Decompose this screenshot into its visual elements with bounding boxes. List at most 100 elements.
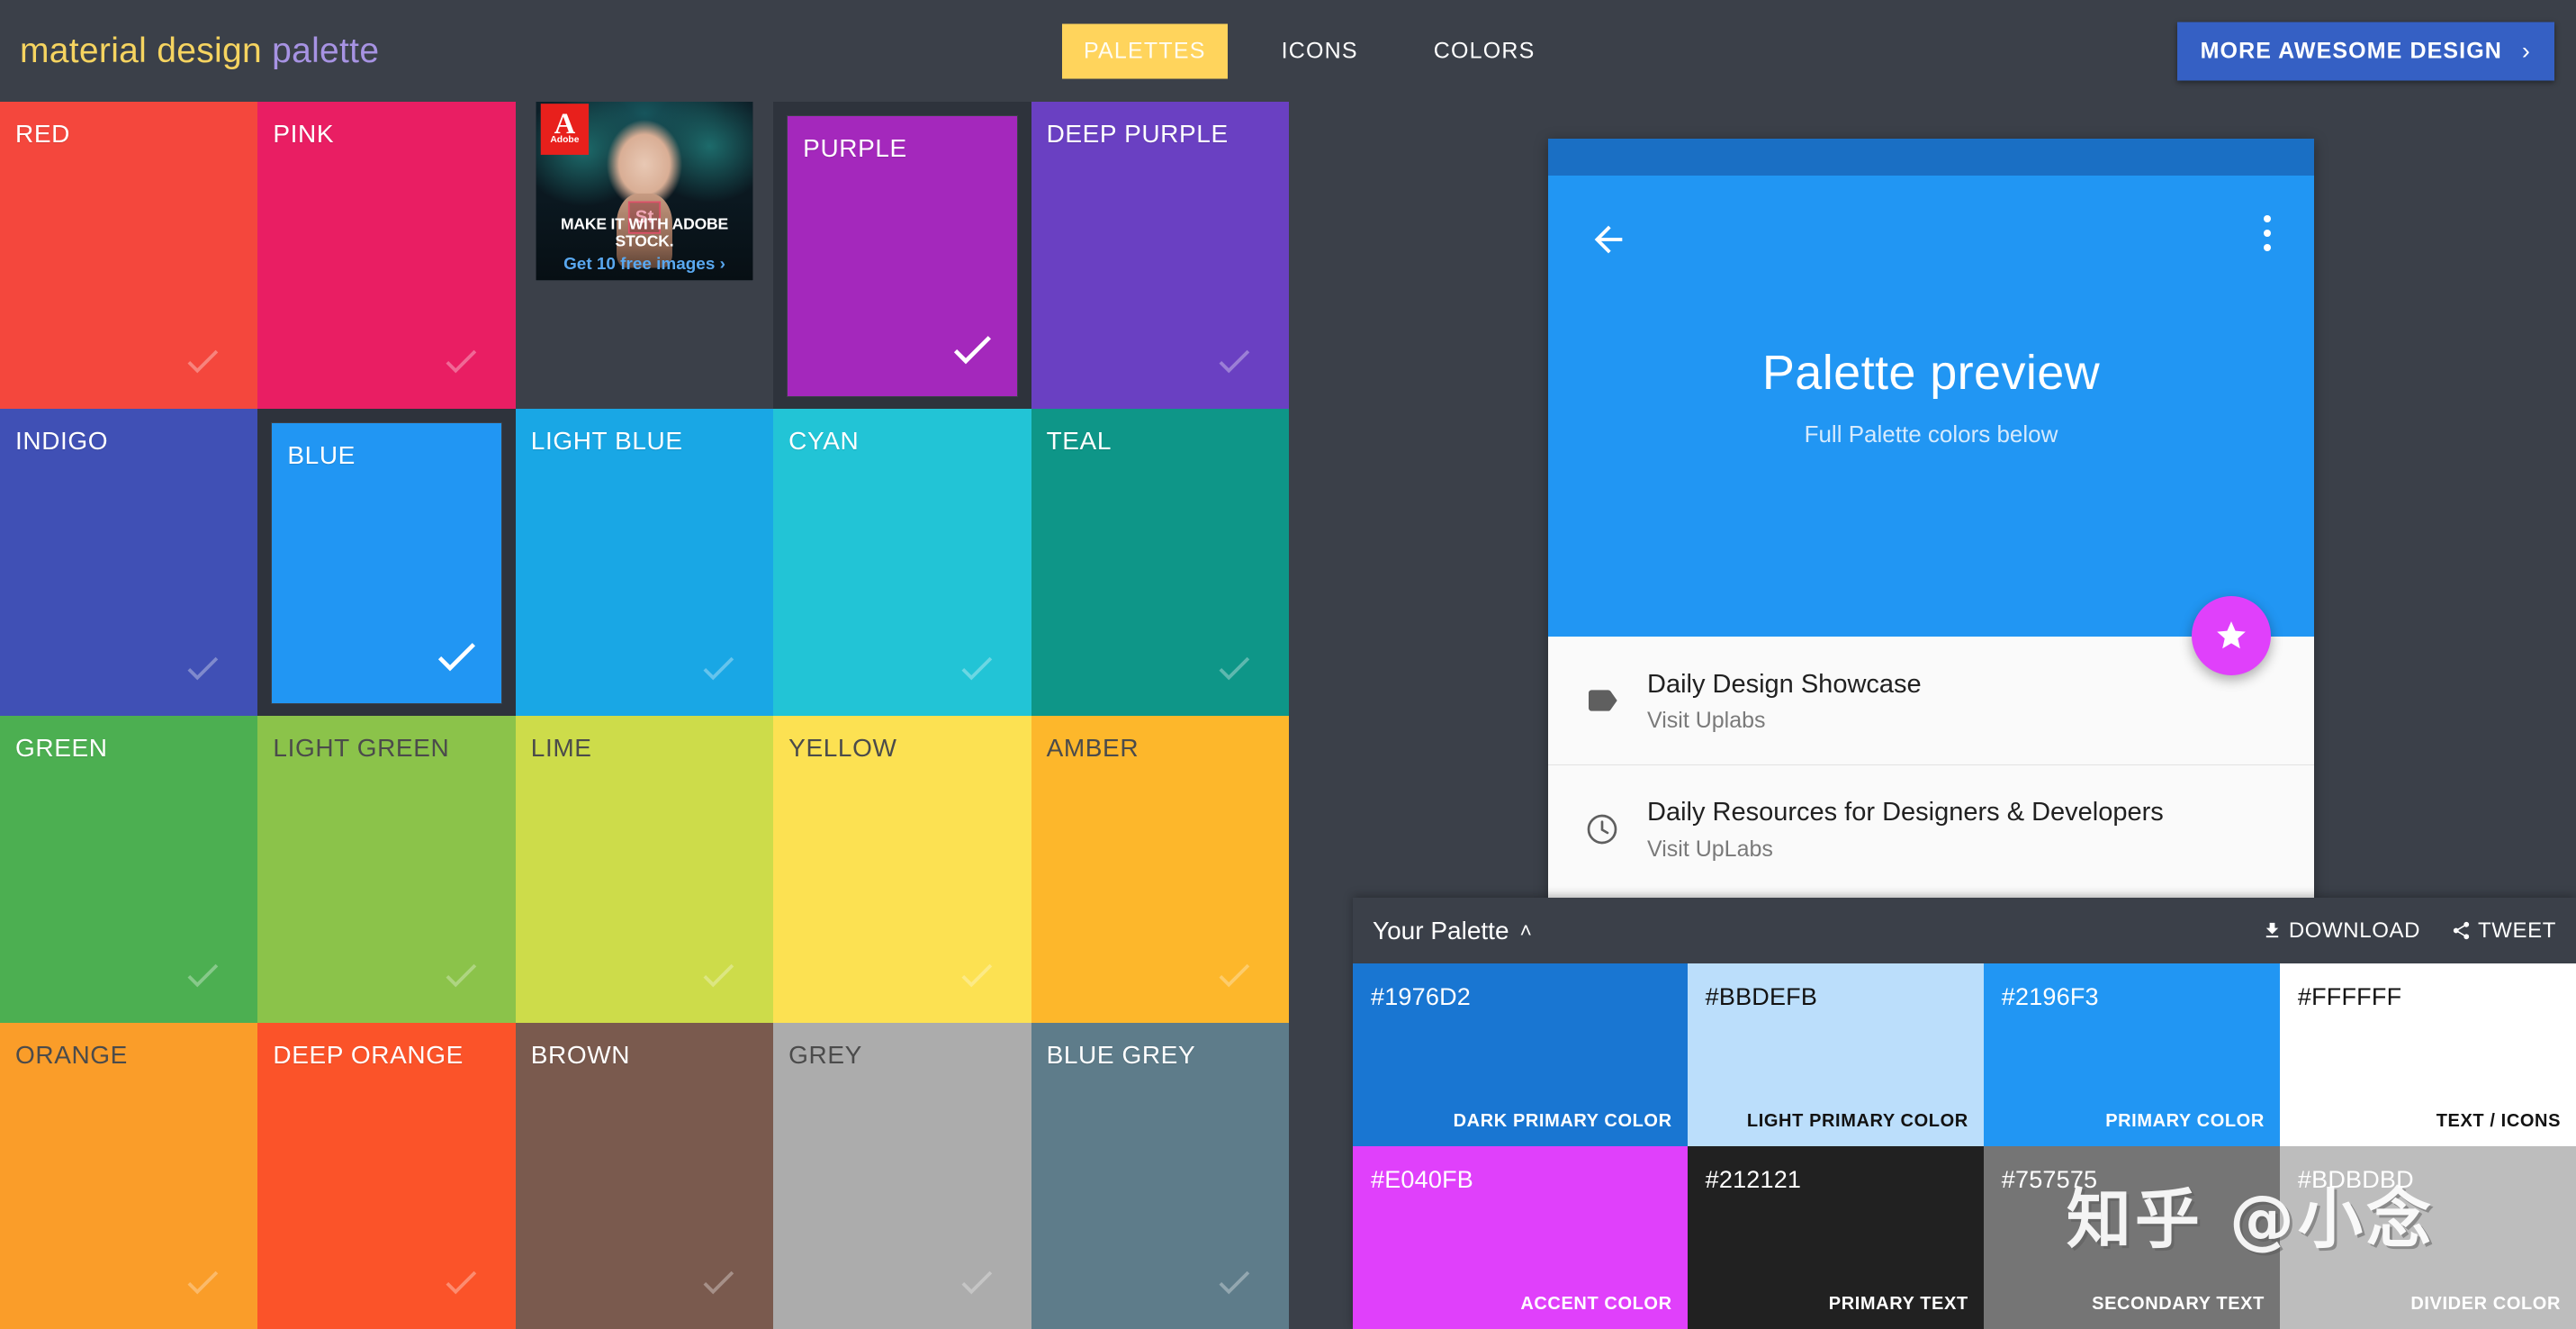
- palette-tile-purple[interactable]: PURPLE: [773, 102, 1031, 409]
- preview-app-bar: Palette preview Full Palette colors belo…: [1548, 176, 2314, 675]
- chevron-right-icon: ›: [2521, 37, 2531, 64]
- back-arrow-icon[interactable]: [1588, 219, 1629, 254]
- palette-tile-blue-grey[interactable]: BLUE GREY: [1031, 1023, 1289, 1329]
- check-icon: [431, 631, 482, 682]
- tweet-button[interactable]: TWEET: [2451, 918, 2556, 944]
- more-awesome-design-button[interactable]: MORE AWESOME DESIGN ›: [2176, 22, 2554, 80]
- palette-tile-red[interactable]: RED: [0, 102, 258, 409]
- swatch-text-icons[interactable]: #FFFFFF TEXT / ICONS: [2279, 963, 2576, 1146]
- check-icon: [956, 1261, 997, 1303]
- preview-list-item-text: Daily Design Showcase Visit Uplabs: [1647, 667, 1922, 734]
- palette-tile-deep-orange[interactable]: DEEP ORANGE: [257, 1023, 516, 1329]
- check-icon: [956, 954, 997, 996]
- swatch-hex: #1976D2: [1371, 983, 1471, 1010]
- main-nav: PALETTES ICONS COLORS: [1062, 23, 1557, 78]
- palette-tile-indigo[interactable]: INDIGO: [0, 409, 258, 716]
- label-icon: [1584, 683, 1620, 719]
- palette-tile-deep-purple[interactable]: DEEP PURPLE: [1031, 102, 1289, 409]
- tile-label: PINK: [273, 120, 335, 148]
- check-icon: [182, 954, 223, 996]
- palette-tile-teal[interactable]: TEAL: [1031, 409, 1289, 716]
- preview-list-item[interactable]: Daily Resources for Designers & Develope…: [1548, 764, 2314, 892]
- swatch-hex: #FFFFFF: [2297, 983, 2402, 1010]
- palette-tile-orange[interactable]: ORANGE: [0, 1023, 258, 1329]
- palette-tile-cyan[interactable]: CYAN: [773, 409, 1031, 716]
- tab-colors[interactable]: COLORS: [1412, 23, 1557, 78]
- check-icon: [1213, 647, 1255, 689]
- tweet-label: TWEET: [2478, 918, 2556, 943]
- palette-tile-pink[interactable]: PINK: [257, 102, 516, 409]
- check-icon: [1213, 340, 1255, 382]
- your-palette-panel: Your Palette ˄ DOWNLOAD TWEET #1976D2 DAR…: [1353, 898, 2576, 1329]
- swatch-divider-color[interactable]: #BDBDBD DIVIDER COLOR: [2279, 1146, 2576, 1329]
- tile-label: INDIGO: [15, 427, 109, 455]
- check-icon: [440, 1261, 482, 1303]
- preview-list-item-subtitle: Visit UpLabs: [1647, 836, 1773, 862]
- ad-headline: MAKE IT WITH ADOBE STOCK.: [560, 216, 729, 251]
- swatch-hex: #757575: [2001, 1166, 2098, 1193]
- share-icon: [2453, 921, 2470, 940]
- download-button[interactable]: DOWNLOAD: [2262, 918, 2420, 944]
- swatch-accent-color[interactable]: #E040FB ACCENT COLOR: [1353, 1146, 1688, 1329]
- preview-status-bar: [1548, 139, 2314, 176]
- tile-label: GREY: [788, 1041, 862, 1069]
- swatch-hex: #2196F3: [2001, 983, 2099, 1010]
- swatch-primary-text[interactable]: #212121 PRIMARY TEXT: [1687, 1146, 1984, 1329]
- check-icon: [698, 647, 739, 689]
- palette-tile-brown[interactable]: BROWN: [515, 1023, 774, 1329]
- your-palette-bar: Your Palette ˄ DOWNLOAD TWEET: [1353, 898, 2576, 963]
- preview-list-item-title: Daily Design Showcase: [1647, 669, 1922, 699]
- tile-label: LIGHT BLUE: [530, 427, 683, 455]
- tile-label: PURPLE: [803, 134, 907, 162]
- tile-label: LIME: [530, 734, 592, 762]
- tab-palettes[interactable]: PALETTES: [1062, 23, 1228, 78]
- palette-preview-card: Palette preview Full Palette colors belo…: [1548, 139, 2314, 898]
- palette-tile-grey[interactable]: GREY: [773, 1023, 1031, 1329]
- tile-inner: BLUE: [272, 423, 501, 703]
- palette-tile-light-green[interactable]: LIGHT GREEN: [257, 716, 516, 1023]
- check-icon: [698, 1261, 739, 1303]
- tile-label: GREEN: [15, 734, 108, 762]
- check-icon: [182, 1261, 223, 1303]
- tile-label: CYAN: [788, 427, 860, 455]
- palette-tile-lime[interactable]: LIME: [515, 716, 774, 1023]
- swatch-light-primary-color[interactable]: #BBDEFB LIGHT PRIMARY COLOR: [1687, 963, 1984, 1146]
- check-icon: [182, 647, 223, 689]
- clock-icon: [1584, 811, 1620, 847]
- swatch-rows: #1976D2 DARK PRIMARY COLOR #BBDEFB LIGHT PR…: [1353, 963, 2576, 1329]
- your-palette-toggle[interactable]: Your Palette ˄: [1373, 917, 1532, 945]
- logo-text-primary: material design: [20, 31, 262, 70]
- swatch-primary-color[interactable]: #2196F3 PRIMARY COLOR: [1983, 963, 2280, 1146]
- check-icon: [1213, 954, 1255, 996]
- adobe-stock-ad[interactable]: A Adobe St MAKE IT WITH ADOBE STOCK. Get 10 …: [536, 102, 753, 281]
- ad-brand-label: Adobe: [550, 135, 580, 145]
- tile-label: AMBER: [1046, 734, 1139, 762]
- site-logo[interactable]: material design palette: [20, 32, 379, 71]
- ad-tile[interactable]: A Adobe St MAKE IT WITH ADOBE STOCK. Get 10 …: [515, 102, 774, 409]
- tile-label: BROWN: [530, 1041, 631, 1069]
- download-label: DOWNLOAD: [2288, 918, 2420, 943]
- logo-text-secondary: palette: [272, 31, 380, 70]
- palette-tile-blue[interactable]: BLUE: [257, 409, 516, 716]
- tile-inner: PURPLE: [788, 116, 1017, 396]
- palette-tile-light-blue[interactable]: LIGHT BLUE: [515, 409, 774, 716]
- tab-icons[interactable]: ICONS: [1260, 23, 1380, 78]
- palette-tile-green[interactable]: GREEN: [0, 716, 258, 1023]
- check-icon: [440, 954, 482, 996]
- palette-tile-amber[interactable]: AMBER: [1031, 716, 1289, 1023]
- overflow-menu-icon[interactable]: [2264, 215, 2271, 251]
- palette-tile-yellow[interactable]: YELLOW: [773, 716, 1031, 1023]
- preview-list: Daily Design Showcase Visit Uplabs Daily R…: [1548, 637, 2314, 892]
- preview-list-item-text: Daily Resources for Designers & Develope…: [1647, 795, 2164, 862]
- swatch-hex: #E040FB: [1371, 1166, 1473, 1193]
- cta-label: MORE AWESOME DESIGN: [2200, 38, 2502, 63]
- ad-cta[interactable]: Get 10 free images ›: [536, 256, 753, 275]
- swatch-role: ACCENT COLOR: [1520, 1294, 1672, 1314]
- check-icon: [956, 647, 997, 689]
- floating-action-button[interactable]: [2192, 596, 2271, 675]
- swatch-dark-primary-color[interactable]: #1976D2 DARK PRIMARY COLOR: [1353, 963, 1688, 1146]
- swatch-row: #1976D2 DARK PRIMARY COLOR #BBDEFB LIGHT PR…: [1353, 963, 2576, 1146]
- preview-list-item-title: Daily Resources for Designers & Develope…: [1647, 798, 2164, 827]
- tile-label: DEEP PURPLE: [1046, 120, 1229, 148]
- swatch-secondary-text[interactable]: #757575 SECONDARY TEXT: [1983, 1146, 2280, 1329]
